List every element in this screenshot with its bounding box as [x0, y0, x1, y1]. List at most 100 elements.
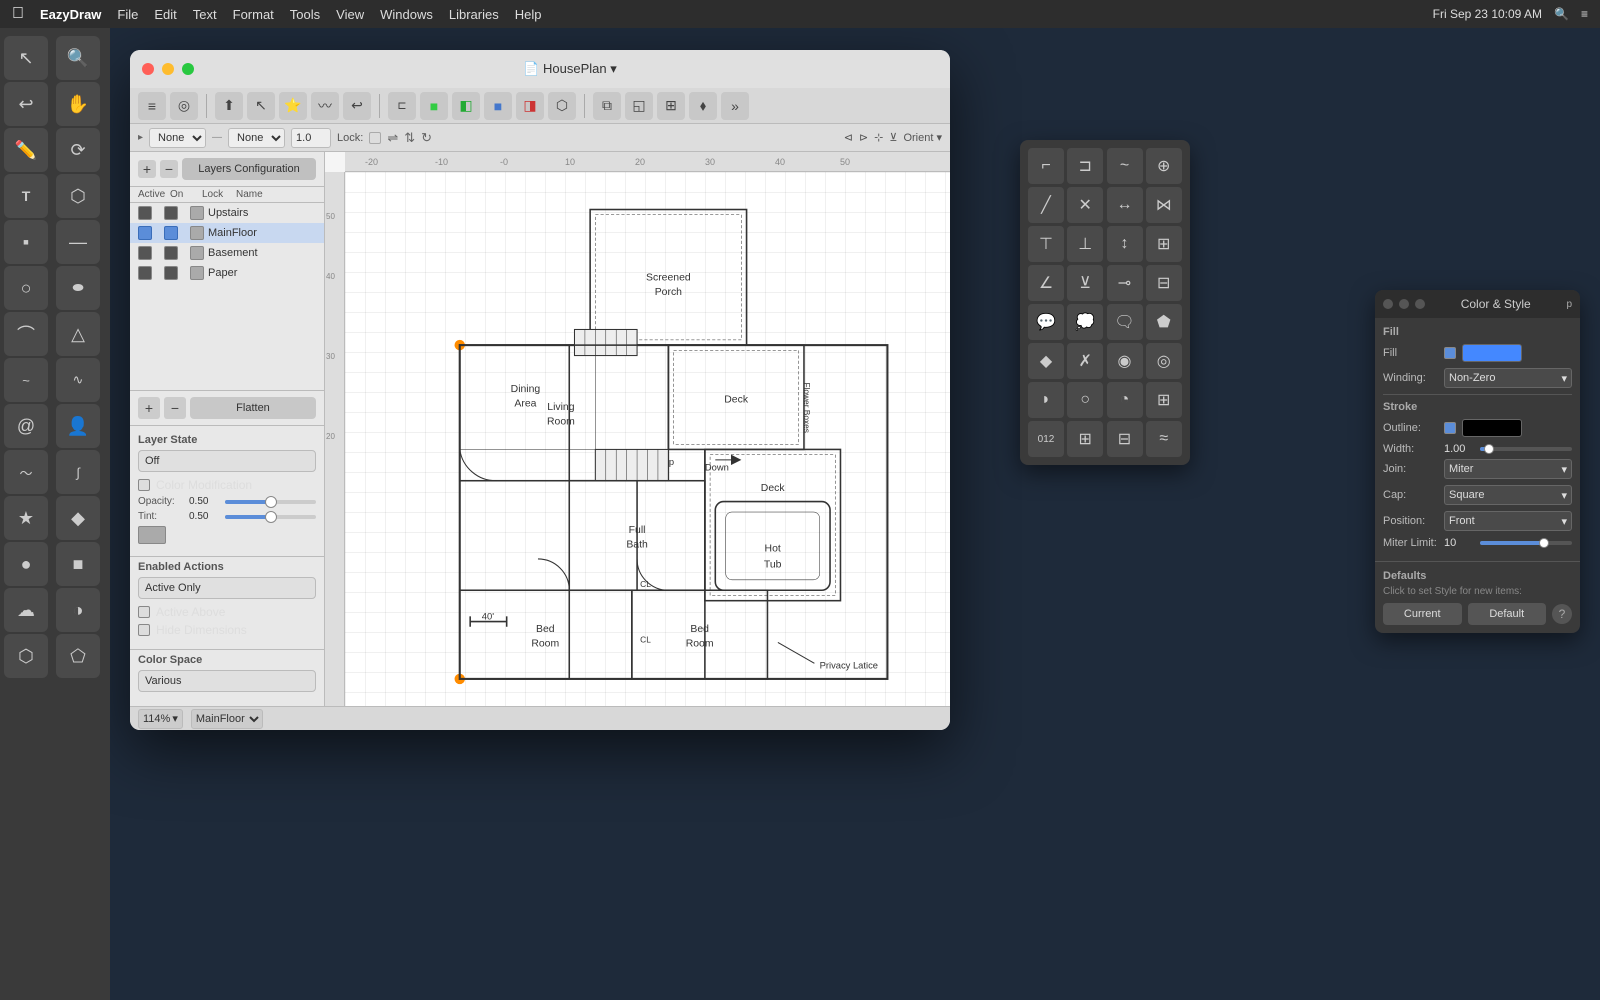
- opt-flip-v-icon[interactable]: ⇅: [404, 130, 415, 146]
- line-tool[interactable]: —: [56, 220, 100, 264]
- rt-measure-icon[interactable]: ⊻: [1067, 265, 1103, 301]
- default-button[interactable]: Default: [1468, 603, 1547, 625]
- layer-select[interactable]: MainFloor Upstairs Basement Paper: [191, 709, 263, 729]
- layer-row-upstairs[interactable]: Upstairs: [130, 203, 324, 223]
- star-tool[interactable]: ★: [4, 496, 48, 540]
- wave-icon[interactable]: 〰: [311, 92, 339, 120]
- spiro-tool[interactable]: ∿: [56, 358, 100, 402]
- figure-tool[interactable]: 👤: [56, 404, 100, 448]
- rect-filled-tool[interactable]: ■: [56, 542, 100, 586]
- opt-align-bottom-icon[interactable]: ⊻: [889, 131, 897, 144]
- opacity-track[interactable]: [225, 500, 316, 504]
- rt-expand-v-icon[interactable]: ↕: [1107, 226, 1143, 262]
- inspector-icon[interactable]: ⬧: [689, 92, 717, 120]
- position-dropdown[interactable]: Front ▾: [1444, 511, 1572, 531]
- search-icon[interactable]: 🔍: [1554, 7, 1569, 21]
- tint-color-swatch[interactable]: [138, 526, 166, 544]
- arc-tool[interactable]: ⌒: [4, 312, 48, 356]
- smooth-tool[interactable]: ∫: [56, 450, 100, 494]
- opt-orient-icon[interactable]: Orient ▾: [903, 131, 942, 144]
- transform-tool[interactable]: ⬡: [56, 174, 100, 218]
- rt-puzzle2-icon[interactable]: ◎: [1146, 343, 1182, 379]
- close-button[interactable]: [142, 63, 154, 75]
- rt-ruler-icon[interactable]: ⊞: [1146, 382, 1182, 418]
- cs-tl-1[interactable]: [1383, 299, 1393, 309]
- opt-align-right-icon[interactable]: ⊹: [874, 131, 883, 144]
- rt-grid2-icon[interactable]: ⊞: [1146, 226, 1182, 262]
- square-green2-icon[interactable]: ◧: [452, 92, 480, 120]
- cs-pin-icon[interactable]: p: [1566, 299, 1572, 310]
- width-track[interactable]: [1480, 447, 1572, 451]
- opt-align-center-icon[interactable]: ⊳: [859, 131, 868, 144]
- rt-expand-h-icon[interactable]: ↔: [1107, 187, 1143, 223]
- menu-tools[interactable]: Tools: [290, 7, 320, 22]
- flatten-button[interactable]: Flatten: [190, 397, 316, 419]
- oval-tool[interactable]: ⬬: [56, 266, 100, 310]
- join-dropdown[interactable]: Miter ▾: [1444, 459, 1572, 479]
- color-mod-row[interactable]: Color Modification: [138, 478, 316, 492]
- color-mod-checkbox[interactable]: [138, 479, 150, 491]
- cap-dropdown[interactable]: Square ▾: [1444, 485, 1572, 505]
- winding-dropdown[interactable]: Non-Zero ▾: [1444, 368, 1572, 388]
- freehand-tool[interactable]: 〜: [4, 450, 48, 494]
- mainfloor-lock-dot[interactable]: [190, 226, 204, 240]
- rt-cross-icon[interactable]: ✕: [1067, 187, 1103, 223]
- hide-dimensions-checkbox[interactable]: [138, 624, 150, 636]
- lasso-tool[interactable]: ⟳: [56, 128, 100, 172]
- layer-state-select[interactable]: Off On Dimmed: [138, 450, 316, 472]
- menu-text[interactable]: Text: [193, 7, 217, 22]
- opt-rotate-icon[interactable]: ↻: [421, 130, 432, 146]
- enabled-actions-select[interactable]: Active Only All None: [138, 577, 316, 599]
- rt-align-b-icon[interactable]: ⊥: [1067, 226, 1103, 262]
- menu-edit[interactable]: Edit: [154, 7, 176, 22]
- rt-012-icon[interactable]: 012: [1028, 421, 1064, 457]
- active-above-row[interactable]: Active Above: [138, 605, 316, 619]
- upstairs-lock-dot[interactable]: [190, 206, 204, 220]
- cs-tl-2[interactable]: [1399, 299, 1409, 309]
- rt-wave-icon[interactable]: ~: [1107, 148, 1143, 184]
- select-dotted-icon[interactable]: ⬡: [548, 92, 576, 120]
- select-tool[interactable]: ↖: [4, 36, 48, 80]
- app-name[interactable]: EazyDraw: [40, 7, 101, 22]
- current-button[interactable]: Current: [1383, 603, 1462, 625]
- layer-row-basement[interactable]: Basement: [130, 243, 324, 263]
- spiral-tool[interactable]: @: [4, 404, 48, 448]
- fill-color-swatch[interactable]: [1462, 344, 1522, 362]
- upstairs-on-dot[interactable]: [164, 206, 178, 220]
- rt-angle-icon[interactable]: ∠: [1028, 265, 1064, 301]
- rt-network-icon[interactable]: ⊕: [1146, 148, 1182, 184]
- upstairs-active-dot[interactable]: [138, 206, 152, 220]
- menu-file[interactable]: File: [117, 7, 138, 22]
- layer-remove-button[interactable]: −: [160, 160, 178, 178]
- help-button[interactable]: ?: [1552, 604, 1572, 624]
- rt-x-icon[interactable]: ✗: [1067, 343, 1103, 379]
- pentagon-tool[interactable]: ⬠: [56, 634, 100, 678]
- active-above-checkbox[interactable]: [138, 606, 150, 618]
- rt-chain-icon[interactable]: ⊸: [1107, 265, 1143, 301]
- basement-lock-dot[interactable]: [190, 246, 204, 260]
- rt-fan-icon[interactable]: ◔: [1107, 382, 1143, 418]
- pan-tool[interactable]: ✋: [56, 82, 100, 126]
- rt-corner-icon[interactable]: ⌐: [1028, 148, 1064, 184]
- rt-table-icon[interactable]: ⊟: [1146, 265, 1182, 301]
- miter-thumb[interactable]: [1539, 538, 1549, 548]
- menu-windows[interactable]: Windows: [380, 7, 433, 22]
- diamond-tool[interactable]: ◆: [56, 496, 100, 540]
- tint-thumb[interactable]: [265, 511, 277, 523]
- zoom-control[interactable]: 114% ▾: [138, 709, 183, 729]
- connect-icon[interactable]: ⊏: [388, 92, 416, 120]
- rt-pacman-icon[interactable]: ◗: [1028, 382, 1064, 418]
- undo-tool[interactable]: ↩: [4, 82, 48, 126]
- circle-tool[interactable]: ○: [4, 266, 48, 310]
- pen-tool[interactable]: ✏️: [4, 128, 48, 172]
- maximize-button[interactable]: [182, 63, 194, 75]
- layer-row-mainfloor[interactable]: MainFloor: [130, 223, 324, 243]
- miter-track[interactable]: [1480, 541, 1572, 545]
- minimize-button[interactable]: [162, 63, 174, 75]
- cs-tl-3[interactable]: [1415, 299, 1425, 309]
- paper-lock-dot[interactable]: [190, 266, 204, 280]
- opt-select-none-1[interactable]: None: [149, 128, 206, 148]
- cloud-tool[interactable]: ☁: [4, 588, 48, 632]
- opacity-thumb[interactable]: [265, 496, 277, 508]
- rt-bracket-icon[interactable]: ⊐: [1067, 148, 1103, 184]
